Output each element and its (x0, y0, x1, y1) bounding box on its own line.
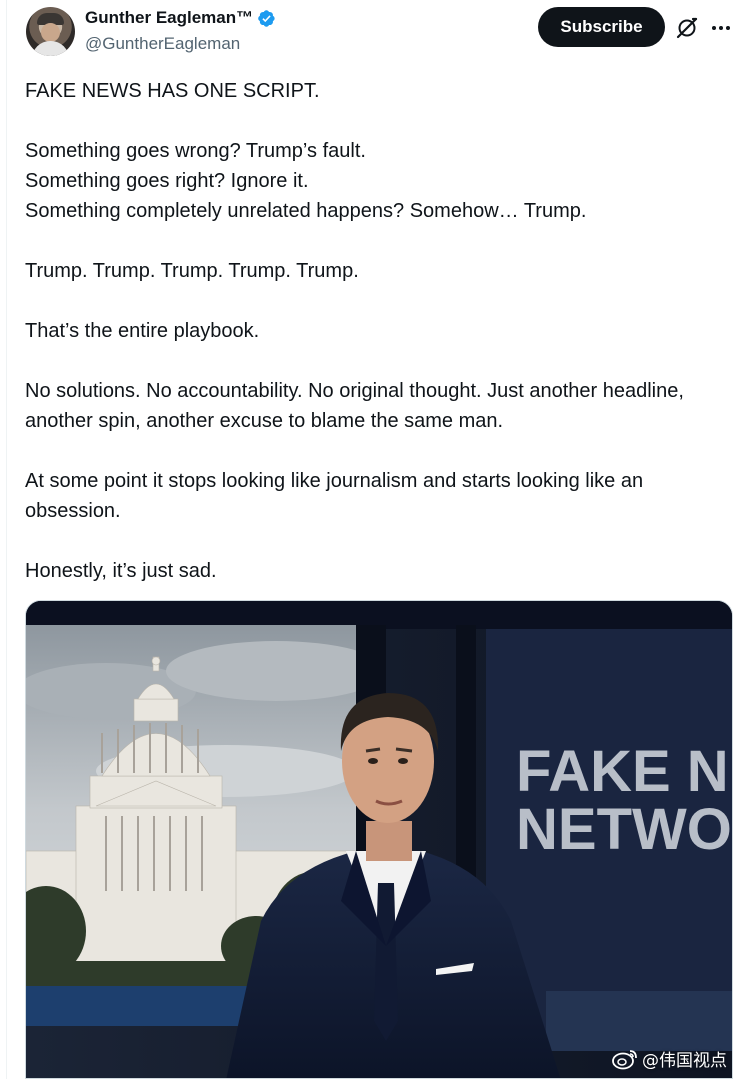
tweet-line: FAKE NEWS HAS ONE SCRIPT. (25, 80, 320, 102)
tweet-text: FAKE NEWS HAS ONE SCRIPT. Something goes… (25, 76, 725, 586)
author-name[interactable]: Gunther Eagleman™ (85, 8, 253, 28)
author-handle[interactable]: @GuntherEagleman (85, 34, 240, 54)
grok-icon[interactable] (674, 15, 700, 41)
verified-badge-icon (258, 9, 275, 27)
tweet-header: Gunther Eagleman™ @GuntherEagleman Subsc… (0, 0, 749, 62)
tweet-line: That’s the entire playbook. (25, 320, 260, 342)
watermark: @伟国视点 (612, 1046, 727, 1071)
tweet-line: Something goes right? Ignore it. (25, 170, 309, 192)
subscribe-button[interactable]: Subscribe (538, 7, 665, 47)
tweet-line: Honestly, it’s just sad. (25, 560, 217, 582)
left-border (6, 0, 7, 1079)
news-anchor-image: FAKE NEWS NETWORK (26, 601, 733, 1078)
avatar[interactable] (26, 7, 75, 56)
tweet-line: No solutions. No accountability. No orig… (25, 380, 684, 432)
watermark-text: @伟国视点 (642, 1051, 727, 1071)
tweet-line: Trump. Trump. Trump. Trump. Trump. (25, 260, 359, 282)
weibo-icon (612, 1049, 637, 1069)
more-icon[interactable] (707, 15, 735, 41)
tweet-media-image[interactable]: FAKE NEWS NETWORK (25, 600, 733, 1079)
screen-text-line2: NETWORK (516, 797, 733, 862)
author-name-row[interactable]: Gunther Eagleman™ (85, 8, 276, 28)
tweet-line: Something completely unrelated happens? … (25, 200, 587, 222)
tweet-line: Something goes wrong? Trump’s fault. (25, 140, 366, 162)
screen-text-line1: FAKE NEWS (516, 739, 733, 804)
tweet-line: At some point it stops looking like jour… (25, 470, 644, 522)
